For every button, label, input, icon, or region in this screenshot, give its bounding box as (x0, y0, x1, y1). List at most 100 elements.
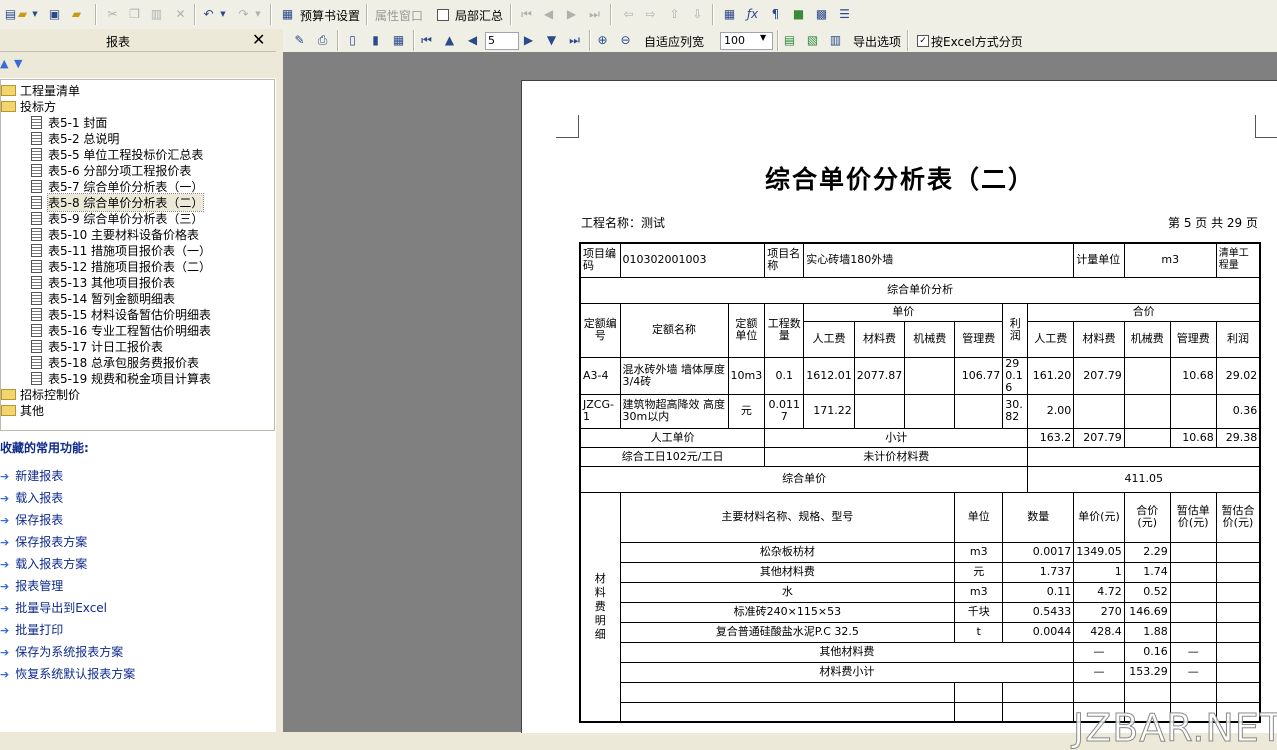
move-up-icon[interactable]: ▲ (0, 57, 8, 70)
tree-item[interactable]: 表5-1 封面 (31, 114, 107, 130)
tree-group[interactable]: 其他 (1, 402, 44, 418)
composite-price-label: 综合单价 (579, 465, 1029, 493)
print-icon[interactable]: ⎙ (314, 32, 331, 49)
export-options-button[interactable]: 导出选项 (853, 33, 901, 50)
report-toolbar: ✎ ⎙ ▯ ▮ ▦ ⏮ ▲ ◀ 5 ▶ ▼ ⏭ ⊕ ⊖ 自适应列宽 100 ▼ … (283, 29, 1277, 52)
partial-summary-checkbox[interactable] (437, 9, 449, 21)
partial-summary-label[interactable]: 局部汇总 (455, 7, 503, 24)
folder-icon[interactable]: ▰ (68, 6, 85, 23)
design-icon[interactable]: ✎ (291, 32, 308, 49)
copy-icon[interactable]: ❐ (126, 6, 143, 23)
tree-group[interactable]: 招标控制价 (1, 386, 80, 402)
tree-item[interactable]: 表5-5 单位工程投标价汇总表 (31, 146, 203, 162)
page-number-input[interactable]: 5 (485, 32, 519, 50)
chevron-down-icon[interactable]: ▼ (218, 6, 228, 23)
favorite-link[interactable]: ➔ 载入报表 (0, 489, 63, 506)
multi-page-icon[interactable]: ▦ (390, 32, 407, 49)
tree-item[interactable]: 表5-11 措施项目报价表（一） (31, 242, 211, 258)
tree-item[interactable]: 表5-13 其他项目报价表 (31, 274, 175, 290)
favorite-link[interactable]: ➔ 保存为系统报表方案 (0, 643, 123, 660)
favorite-link[interactable]: ➔ 保存报表方案 (0, 533, 87, 550)
tree-item[interactable]: 表5-18 总承包服务费报价表 (31, 354, 199, 370)
excel-icon[interactable]: ▤ (781, 32, 798, 49)
table-row: JZCG-1 建筑物超高降效 高度 30m以内 元 0.0117 171.22 … (579, 393, 1261, 429)
tree-item[interactable]: 表5-14 暂列金额明细表 (31, 290, 175, 306)
favorite-link[interactable]: ➔ 载入报表方案 (0, 555, 87, 572)
empty-cell (619, 701, 956, 723)
zoom-in-icon[interactable]: ⊕ (594, 32, 611, 49)
tree-item[interactable]: 表5-6 分部分项工程报价表 (31, 162, 191, 178)
chevron-down-icon[interactable]: ▼ (760, 33, 766, 42)
tree-group[interactable]: 投标方 (1, 98, 56, 114)
tree-item[interactable]: 表5-10 主要材料设备价格表 (31, 226, 199, 242)
favorite-link[interactable]: ➔ 批量打印 (0, 621, 63, 638)
first-page-icon[interactable]: ⏮ (418, 32, 435, 49)
report-viewer[interactable]: 综合单价分析表（二） 工程名称：测试 第 5 页 共 29 页 项目编码 010… (283, 52, 1277, 750)
cube-icon[interactable]: ■ (790, 6, 807, 23)
two-page-icon[interactable]: ▮ (367, 32, 384, 49)
open-folder-icon[interactable]: ▰ (14, 6, 31, 23)
export-options-icon[interactable]: ▥ (827, 32, 844, 49)
export-icon[interactable]: ▧ (804, 32, 821, 49)
tree-item[interactable]: 表5-9 综合单价分析表（三） (31, 210, 203, 226)
arrow-right-icon[interactable]: ⇨ (642, 6, 659, 23)
paragraph-icon[interactable]: ¶ (767, 6, 784, 23)
next-icon[interactable]: ▶ (563, 6, 580, 23)
calculator-icon[interactable]: ▦ (721, 6, 738, 23)
image-icon[interactable]: ▩ (813, 6, 830, 23)
undo-icon[interactable]: ↶ (200, 6, 217, 23)
tree-item[interactable]: 表5-2 总说明 (31, 130, 119, 146)
formula-icon[interactable]: ƒx (744, 6, 761, 23)
tree-item-selected[interactable]: 表5-8 综合单价分析表（二） (31, 192, 205, 212)
chevron-down-icon[interactable]: ▼ (253, 6, 263, 23)
favorite-link[interactable]: ➔ 批量导出到Excel (0, 599, 107, 616)
cut-icon[interactable]: ✂ (104, 6, 121, 23)
fit-width-button[interactable]: 自适应列宽 (644, 33, 704, 50)
favorite-link[interactable]: ➔ 恢复系统默认报表方案 (0, 665, 135, 682)
tree-item[interactable]: 表5-19 规费和税金项目计算表 (31, 370, 211, 386)
next-icon[interactable]: ▶ (520, 32, 537, 49)
favorite-link[interactable]: ➔ 保存报表 (0, 511, 63, 528)
list-icon[interactable]: ☰ (836, 6, 853, 23)
unit: m3 (1123, 242, 1217, 278)
arrow-down-icon[interactable]: ⇩ (689, 6, 706, 23)
last-icon[interactable]: ⏭ (586, 6, 603, 23)
tree-item[interactable]: 表5-17 计日工报价表 (31, 338, 163, 354)
zoom-out-icon[interactable]: ⊖ (617, 32, 634, 49)
prev-page-icon[interactable]: ▲ (441, 32, 458, 49)
favorite-link[interactable]: ➔ 新建报表 (0, 467, 63, 484)
settings-icon[interactable]: ▦ (279, 6, 296, 23)
estimate-settings-button[interactable]: 预算书设置 (300, 7, 360, 24)
excel-paging-checkbox[interactable]: ✓ (917, 35, 929, 47)
save-icon[interactable]: ▣ (46, 6, 63, 23)
quota-code: JZCG-1 (579, 393, 621, 429)
report-tree: 工程量清单 投标方 表5-1 封面 表5-2 总说明 表5-5 单位工程投标价汇… (0, 79, 275, 431)
table-row: 综合单价 411.05 (579, 465, 1261, 493)
tree-item[interactable]: 表5-16 专业工程暂估价明细表 (31, 322, 211, 338)
tree-group[interactable]: 工程量清单 (1, 82, 80, 98)
paste-icon[interactable]: ▥ (148, 6, 165, 23)
delete-icon[interactable]: ✕ (172, 6, 189, 23)
last-page-icon[interactable]: ⏭ (566, 32, 583, 49)
pane-splitter[interactable] (276, 29, 283, 732)
unit-material: 2077.87 (853, 356, 906, 395)
tree-item[interactable]: 表5-12 措施项目报价表（二） (31, 258, 211, 274)
favorite-link[interactable]: ➔ 报表管理 (0, 577, 63, 594)
favorite-link-label: 保存报表 (15, 513, 64, 527)
arrow-up-icon[interactable]: ⇧ (666, 6, 683, 23)
close-icon[interactable]: ✕ (252, 30, 265, 49)
move-down-icon[interactable]: ▼ (14, 57, 22, 70)
tree-item[interactable]: 表5-15 材料设备暂估价明细表 (31, 306, 211, 322)
next-page-icon[interactable]: ▼ (543, 32, 560, 49)
prev-icon[interactable]: ◀ (464, 32, 481, 49)
prev-icon[interactable]: ◀ (540, 6, 557, 23)
redo-icon[interactable]: ↷ (235, 6, 252, 23)
favorite-link-label: 新建报表 (15, 469, 64, 483)
excel-paging-label[interactable]: 按Excel方式分页 (931, 33, 1023, 50)
first-icon[interactable]: ⏮ (518, 6, 535, 23)
property-window-button[interactable]: 属性窗口 (375, 7, 423, 24)
tree-item[interactable]: 表5-7 综合单价分析表（一） (31, 178, 203, 194)
arrow-left-icon[interactable]: ⇦ (620, 6, 637, 23)
single-page-icon[interactable]: ▯ (344, 32, 361, 49)
chevron-down-icon[interactable]: ▼ (30, 6, 40, 23)
